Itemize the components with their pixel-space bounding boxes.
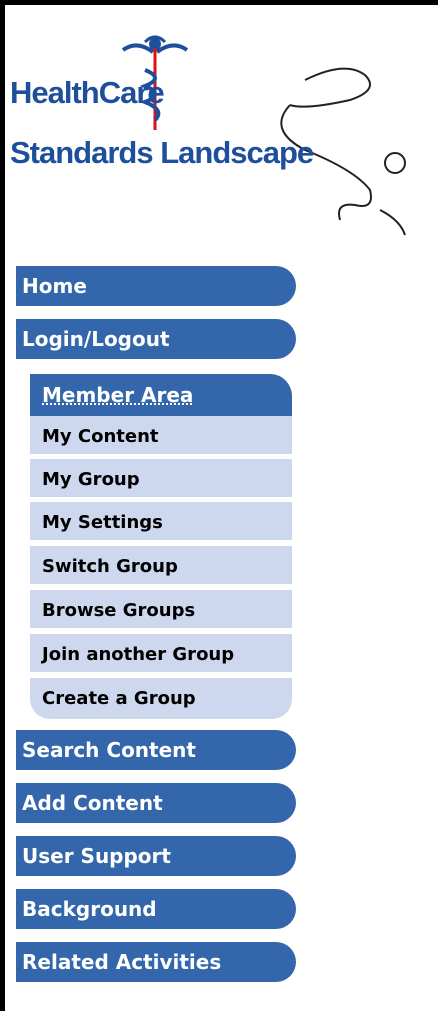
member-item-switch-group[interactable]: Switch Group — [30, 546, 292, 587]
member-item-create-group[interactable]: Create a Group — [30, 678, 292, 719]
member-item-my-group[interactable]: My Group — [30, 459, 292, 500]
nav-related-activities[interactable]: Related Activities — [16, 942, 296, 982]
nav-user-support[interactable]: User Support — [16, 836, 296, 876]
member-item-my-content[interactable]: My Content — [30, 416, 292, 457]
logo: HealthCare Standards Landscape — [5, 30, 435, 240]
member-area-header[interactable]: Member Area — [30, 374, 292, 416]
member-item-join-group[interactable]: Join another Group — [30, 634, 292, 675]
member-item-browse-groups[interactable]: Browse Groups — [30, 590, 292, 631]
nav-home[interactable]: Home — [16, 266, 296, 306]
nav-add-content[interactable]: Add Content — [16, 783, 296, 823]
nav-login-logout[interactable]: Login/Logout — [16, 319, 296, 359]
nav-background[interactable]: Background — [16, 889, 296, 929]
logo-line2: Standards Landscape — [10, 135, 314, 170]
nav-search-content[interactable]: Search Content — [16, 730, 296, 770]
member-area-label: Member Area — [42, 383, 194, 407]
member-item-my-settings[interactable]: My Settings — [30, 502, 292, 543]
logo-line1: HealthCare — [10, 75, 165, 110]
